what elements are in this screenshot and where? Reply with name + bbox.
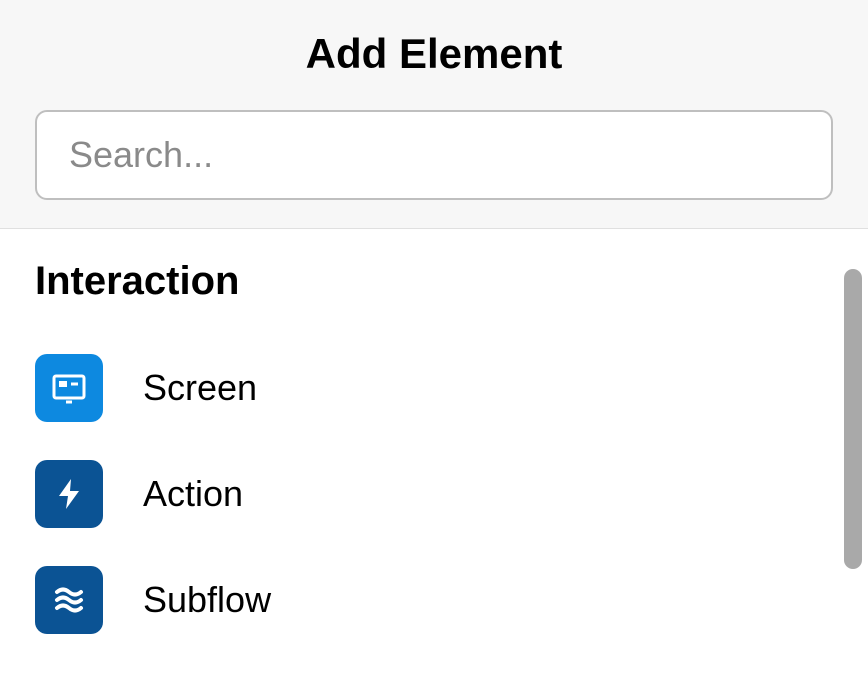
element-label: Action: [143, 473, 243, 515]
element-item-action[interactable]: Action: [35, 460, 833, 528]
section-title-interaction: Interaction: [35, 259, 833, 304]
element-label: Subflow: [143, 579, 271, 621]
screen-icon: [35, 354, 103, 422]
element-label: Screen: [143, 367, 257, 409]
element-item-screen[interactable]: Screen: [35, 354, 833, 422]
dialog-title: Add Element: [35, 30, 833, 78]
search-input[interactable]: [35, 110, 833, 200]
flow-icon: [35, 566, 103, 634]
scrollbar[interactable]: [844, 269, 862, 569]
element-list-container: Interaction Screen Action: [0, 229, 868, 676]
lightning-icon: [35, 460, 103, 528]
dialog-header: Add Element: [0, 0, 868, 229]
element-item-subflow[interactable]: Subflow: [35, 566, 833, 634]
